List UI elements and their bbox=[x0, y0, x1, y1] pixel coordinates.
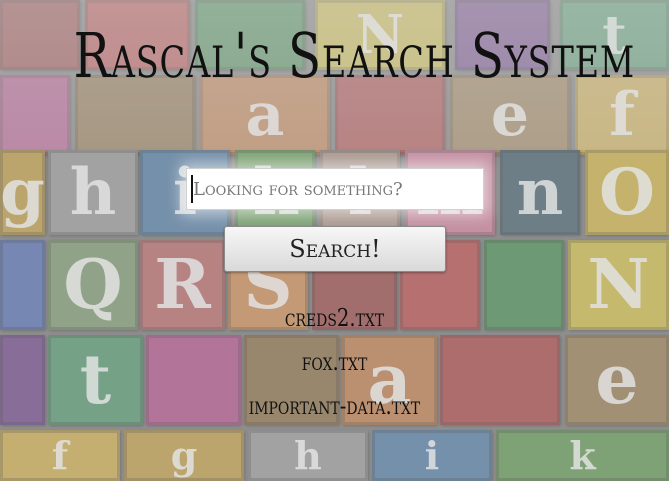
list-item: creds2.txt bbox=[0, 296, 669, 340]
result-link-fox[interactable]: fox.txt bbox=[60, 340, 609, 384]
list-item: fox.txt bbox=[0, 340, 669, 384]
page-title: Rascal's Search System bbox=[73, 19, 635, 92]
result-link-important-data[interactable]: important-data.txt bbox=[60, 384, 609, 428]
text-caret bbox=[191, 175, 193, 203]
results-list: creds2.txt fox.txt important-data.txt bbox=[0, 296, 669, 428]
result-link-creds2[interactable]: creds2.txt bbox=[60, 296, 609, 340]
list-item: important-data.txt bbox=[0, 384, 669, 428]
search-input[interactable] bbox=[186, 168, 484, 210]
search-button[interactable]: Search! bbox=[224, 226, 446, 272]
